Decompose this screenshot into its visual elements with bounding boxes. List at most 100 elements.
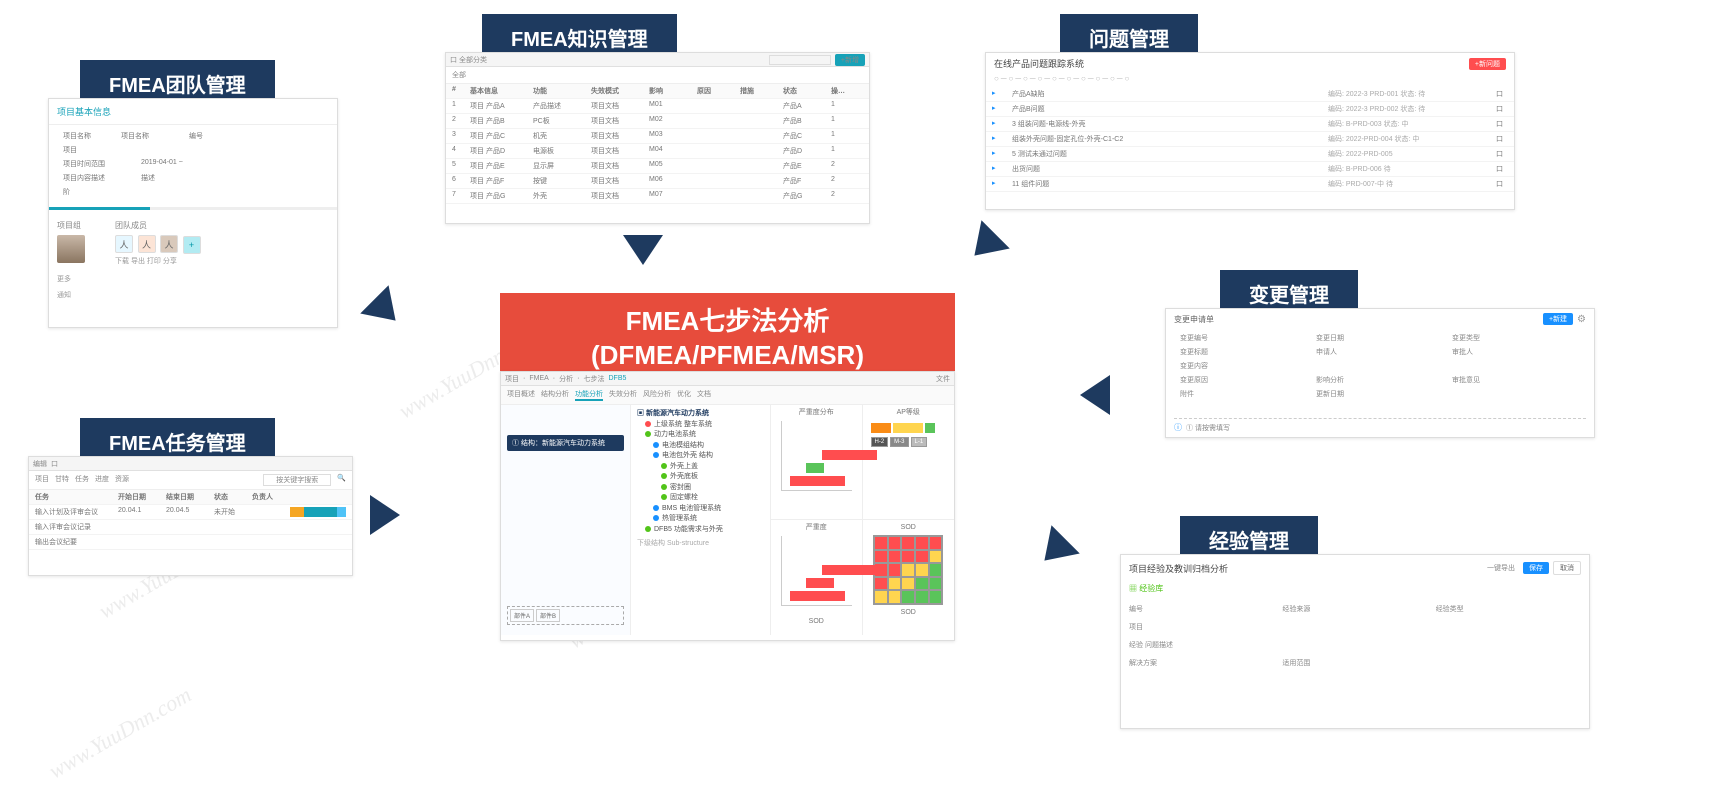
tab-active[interactable]: 功能分析 [575, 389, 603, 401]
field-label: 阶 [63, 187, 70, 197]
table-row[interactable]: 输出会议纪要 [29, 535, 352, 550]
matrix-cell [888, 577, 902, 591]
tab[interactable]: 项目概述 [507, 389, 535, 401]
tab[interactable]: 文档 [697, 389, 711, 401]
col-header: 操作人 [831, 86, 851, 96]
file-button[interactable]: 文件 [936, 374, 950, 384]
member-icon[interactable]: 人 [138, 235, 156, 253]
crumb[interactable]: 项目 [505, 374, 519, 384]
toolbar-item[interactable]: 口 全部分类 [450, 55, 487, 65]
tab[interactable]: 风险分析 [643, 389, 671, 401]
ap-bar [893, 423, 923, 433]
icon-button[interactable]: 口 [51, 459, 58, 469]
list-item[interactable]: ▸11 组件问题编码: PRD-007-中 待口 [986, 177, 1514, 192]
tab[interactable]: 结构分析 [541, 389, 569, 401]
list-item[interactable]: ▸组装外壳问题-固定孔位-外壳-C1-C2编码: 2022-PRD-004 状态… [986, 132, 1514, 147]
new-issue-button[interactable]: +新问题 [1469, 58, 1506, 70]
tab[interactable]: 资源 [115, 474, 129, 486]
list-item[interactable]: ▸产品A缺陷编码: 2022-3 PRD-001 状态: 待口 [986, 87, 1514, 102]
tab[interactable]: 任务 [75, 474, 89, 486]
table-row[interactable]: 3项目 产品C机壳项目文档M03产品C1 [446, 129, 869, 144]
tool-label[interactable]: 打印 [147, 258, 161, 265]
knowledge-toolbar: 口 全部分类 +新增 [446, 53, 869, 67]
table-row[interactable]: 输入评审会议记录 [29, 520, 352, 535]
mini-block: 部件A [510, 609, 534, 622]
tree-node[interactable]: 电池模组结构 [637, 441, 764, 452]
tab[interactable]: 进度 [95, 474, 109, 486]
list-item[interactable]: ▸出货问题编码: B-PRD-006 待口 [986, 162, 1514, 177]
tab[interactable]: 项目 [35, 474, 49, 486]
tree-node[interactable]: 外壳上盖 [637, 462, 764, 473]
list-item[interactable]: ▸3 组装问题-电源线-外壳编码: B-PRD-003 状态: 中口 [986, 117, 1514, 132]
crumb[interactable]: FMEA [529, 375, 548, 382]
form-row: 项目 [1129, 618, 1581, 636]
export-label[interactable]: 一键导出 [1487, 563, 1515, 573]
search-input[interactable]: 按关键字搜索 [263, 474, 331, 486]
matrix-cell [874, 590, 888, 604]
cancel-button[interactable]: 取消 [1553, 561, 1581, 575]
crumb[interactable]: DFB5 [608, 375, 626, 382]
chart-title: AP等级 [865, 407, 953, 417]
table-row[interactable]: 1项目 产品A产品描述项目文档M01产品A1 [446, 99, 869, 114]
table-row[interactable]: 4项目 产品D电源板项目文档M04产品D1 [446, 144, 869, 159]
crumb[interactable]: 七步法 [583, 374, 604, 384]
arrow-change-to-center [1080, 375, 1110, 415]
matrix-cell [929, 550, 943, 564]
form-row: 变更原因影响分析审批意见 [1174, 373, 1586, 387]
table-row[interactable]: 7项目 产品G外壳项目文档M07产品G2 [446, 189, 869, 204]
bottom-text: 通知 [49, 286, 337, 304]
experience-title: 项目经验及教训归档分析 [1129, 562, 1228, 575]
table-row[interactable]: 5项目 产品E显示屏项目文档M05产品E2 [446, 159, 869, 174]
table-row[interactable]: 输入计划及评审会议20.04.120.04.5未开始 [29, 505, 352, 520]
add-member-icon[interactable]: + [183, 236, 201, 254]
search-input[interactable] [769, 55, 831, 65]
tree-node[interactable]: 动力电池系统 [637, 430, 764, 441]
table-row[interactable]: 2项目 产品BPC板项目文档M02产品B1 [446, 114, 869, 129]
filter-dropdown[interactable]: 全部 [452, 70, 466, 80]
tab[interactable]: 优化 [677, 389, 691, 401]
matrix-cell [915, 536, 929, 550]
tree-node[interactable]: 密封圈 [637, 483, 764, 494]
tree-node[interactable]: 电池包外壳 结构 [637, 451, 764, 462]
tree-title: ▣ 新能源汽车动力系统 [637, 409, 764, 420]
matrix-cell [929, 536, 943, 550]
member-icon[interactable]: 人 [115, 235, 133, 253]
tree-node[interactable]: BMS 电池管理系统 [637, 504, 764, 515]
tree-node[interactable]: 上级系统 整车系统 [637, 420, 764, 431]
tool-label[interactable]: 分享 [163, 258, 177, 265]
new-change-button[interactable]: +新建 [1543, 313, 1573, 325]
crumb[interactable]: 分析 [559, 374, 573, 384]
task-tabs: 项目甘特任务进度资源 按关键字搜索 🔍 [29, 471, 352, 490]
add-button[interactable]: +新增 [835, 54, 865, 66]
bar [822, 450, 877, 460]
tab[interactable]: 失效分析 [609, 389, 637, 401]
avatar[interactable] [57, 235, 85, 263]
matrix-cell [929, 590, 943, 604]
member-icon[interactable]: 人 [160, 235, 178, 253]
tree-node[interactable]: 固定螺栓 [637, 493, 764, 504]
list-item[interactable]: ▸产品B问题编码: 2022-3 PRD-002 状态: 待口 [986, 102, 1514, 117]
search-icon[interactable]: 🔍 [337, 474, 346, 486]
col-header: 基本信息 [470, 86, 525, 96]
chart-matrix: SOD SOD [863, 520, 955, 635]
more-link[interactable]: 更多 [49, 272, 337, 286]
tool-label[interactable]: 导出 [131, 258, 145, 265]
team-card: 项目基本信息 项目名称项目名称编号 项目 项目时间范围2019-04-01 ~ … [48, 98, 338, 328]
edit-button[interactable]: 编辑 [33, 459, 47, 469]
chart-bar1: 严重度分布 [771, 405, 863, 520]
structure-tree[interactable]: ▣ 新能源汽车动力系统 上级系统 整车系统动力电池系统电池模组结构电池包外壳 结… [631, 405, 771, 635]
settings-icon[interactable]: ⚙ [1577, 314, 1586, 325]
tree-root[interactable]: ▦ 经验库 [1121, 581, 1589, 596]
matrix-cell [888, 563, 902, 577]
tab[interactable]: 甘特 [55, 474, 69, 486]
table-row[interactable]: 6项目 产品F按键项目文档M06产品F2 [446, 174, 869, 189]
tool-label[interactable]: 下载 [115, 258, 129, 265]
tree-node[interactable]: 热管理系统 [637, 514, 764, 525]
col-header: 结束日期 [166, 492, 206, 502]
tree-node[interactable]: DFB5 功能需求与外壳 [637, 525, 764, 536]
tree-node[interactable]: 外壳底板 [637, 472, 764, 483]
form-row: 解决方案适用范围 [1129, 654, 1581, 672]
list-item[interactable]: ▸5 测试未通过问题编码: 2022-PRD-005口 [986, 147, 1514, 162]
matrix-cell [901, 563, 915, 577]
save-button[interactable]: 保存 [1523, 562, 1549, 574]
